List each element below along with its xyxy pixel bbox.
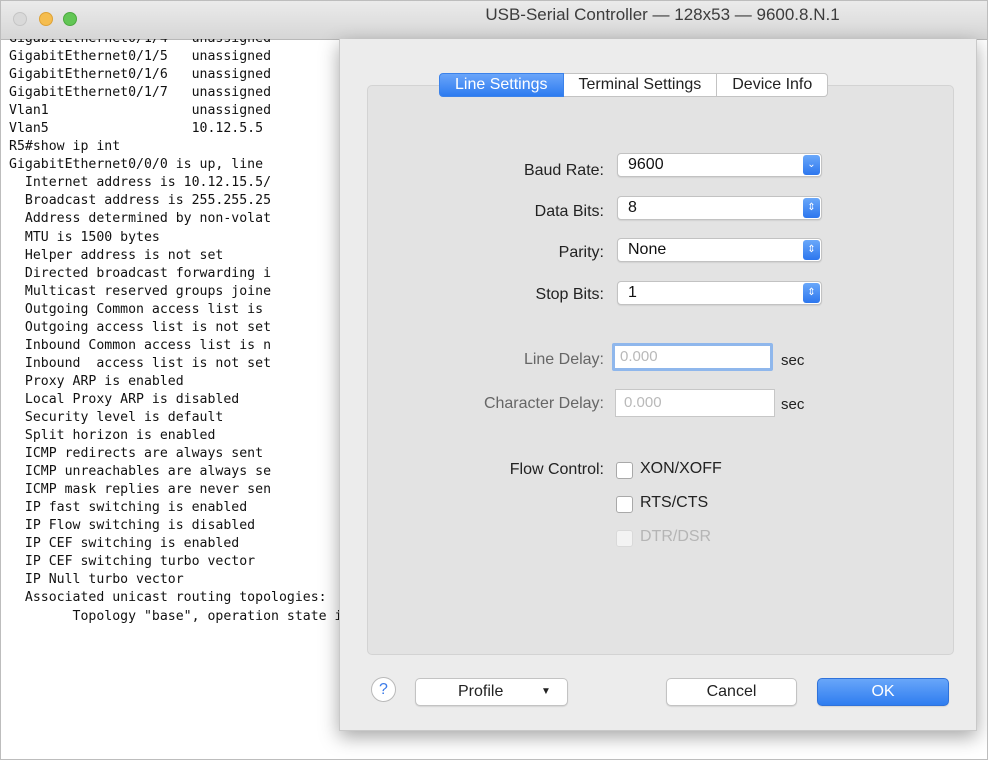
character-delay-label: Character Delay: <box>483 395 604 412</box>
stop-bits-label: Stop Bits: <box>535 286 604 303</box>
up-down-arrows-icon: ⇕ <box>803 283 820 303</box>
data-bits-select[interactable]: 8 ⇕ <box>617 196 822 220</box>
terminal-line: Inbound Common access list is n <box>9 337 272 353</box>
terminal-line: ICMP redirects are always sent <box>9 446 264 462</box>
cancel-button[interactable]: Cancel <box>666 678 797 706</box>
line-delay-label: Line Delay: <box>523 351 604 368</box>
terminal-line: Security level is default <box>9 409 224 425</box>
chevron-down-icon: ⌄ <box>803 155 820 175</box>
minimize-window-button[interactable] <box>39 12 53 26</box>
character-delay-input[interactable]: 0.000 <box>615 389 775 417</box>
window-title: USB-Serial Controller — 128x53 — 9600.8.… <box>485 5 840 24</box>
terminal-line: Broadcast address is 255.255.25 <box>9 193 272 209</box>
terminal-line: IP fast switching is enabled <box>9 500 248 516</box>
character-delay-placeholder: 0.000 <box>624 394 662 411</box>
terminal-line: Outgoing Common access list is <box>9 301 264 317</box>
terminal-line: Vlan5 10.12.5.5 <box>9 121 264 137</box>
terminal-line: Associated unicast routing topologies: <box>9 590 327 606</box>
terminal-line: MTU is 1500 bytes <box>9 229 160 245</box>
dtr-dsr-label: DTR/DSR <box>640 528 712 545</box>
baud-rate-label: Baud Rate: <box>523 162 604 179</box>
character-delay-unit: sec <box>781 396 805 413</box>
tab-terminal-settings[interactable]: Terminal Settings <box>563 73 718 97</box>
tab-device-info[interactable]: Device Info <box>717 73 829 97</box>
terminal-line: Helper address is not set <box>9 247 224 263</box>
terminal-line: ICMP unreachables are always se <box>9 464 272 480</box>
rts-cts-label[interactable]: RTS/CTS <box>640 494 708 512</box>
terminal-line: IP CEF switching turbo vector <box>9 554 256 570</box>
up-down-arrows-icon: ⇕ <box>803 198 820 218</box>
xon-xoff-label[interactable]: XON/XOFF <box>640 460 722 478</box>
line-delay-unit: sec <box>781 352 805 369</box>
terminal-window: USB-Serial Controller — 128x53 — 9600.8.… <box>0 0 988 760</box>
help-button[interactable]: ? <box>371 677 396 702</box>
terminal-line: Inbound access list is not set <box>9 355 272 371</box>
parity-select[interactable]: None ⇕ <box>617 238 822 262</box>
parity-value: None <box>628 241 667 258</box>
terminal-line: GigabitEthernet0/1/4 unassigned <box>9 39 339 48</box>
line-delay-input[interactable]: 0.000 <box>612 343 773 371</box>
up-down-arrows-icon: ⇕ <box>803 240 820 260</box>
profile-label: Profile <box>458 683 504 700</box>
terminal-line: ICMP mask replies are never sen <box>9 482 272 498</box>
terminal-line: GigabitEthernet0/1/7 unassigned <box>9 85 272 101</box>
terminal-line: GigabitEthernet0/1/5 unassigned <box>9 49 272 65</box>
terminal-line: GigabitEthernet0/1/6 unassigned <box>9 67 272 83</box>
serial-settings-sheet: Line Settings Terminal Settings Device I… <box>339 39 977 731</box>
terminal-line: Topology "base", operation state is UP <box>9 608 339 624</box>
data-bits-label: Data Bits: <box>534 203 604 220</box>
data-bits-value: 8 <box>628 199 637 216</box>
terminal-line: Split horizon is enabled <box>9 428 216 444</box>
dtr-dsr-checkbox <box>616 530 633 547</box>
terminal-line: GigabitEthernet0/0/0 is up, line <box>9 157 264 173</box>
terminal-output[interactable]: GigabitEthernet0/1/4 unassignedGigabitEt… <box>9 39 339 759</box>
tab-line-settings[interactable]: Line Settings <box>439 73 564 97</box>
terminal-line: Vlan1 unassigned <box>9 103 272 119</box>
terminal-line: Directed broadcast forwarding i <box>9 265 272 281</box>
terminal-line: Outgoing access list is not set <box>9 319 272 335</box>
zoom-window-button[interactable] <box>63 12 77 26</box>
terminal-line: Internet address is 10.12.15.5/ <box>9 175 272 191</box>
terminal-line: IP Flow switching is disabled <box>9 518 256 534</box>
settings-tabs: Line Settings Terminal Settings Device I… <box>439 73 829 97</box>
caret-down-icon: ▼ <box>541 686 551 697</box>
stop-bits-value: 1 <box>628 284 637 301</box>
terminal-line: Proxy ARP is enabled <box>9 373 184 389</box>
stop-bits-select[interactable]: 1 ⇕ <box>617 281 822 305</box>
baud-rate-select[interactable]: 9600 ⌄ <box>617 153 822 177</box>
ok-button[interactable]: OK <box>817 678 949 706</box>
close-window-button[interactable] <box>13 12 27 26</box>
terminal-line: Local Proxy ARP is disabled <box>9 391 240 407</box>
xon-xoff-checkbox[interactable] <box>616 462 633 479</box>
baud-rate-value: 9600 <box>628 156 664 173</box>
rts-cts-checkbox[interactable] <box>616 496 633 513</box>
flow-control-label: Flow Control: <box>509 461 604 478</box>
terminal-line: IP CEF switching is enabled <box>9 536 240 552</box>
line-delay-placeholder: 0.000 <box>620 348 658 365</box>
profile-button[interactable]: Profile ▼ <box>415 678 568 706</box>
terminal-line: R5#show ip int <box>9 139 121 155</box>
title-bar: USB-Serial Controller — 128x53 — 9600.8.… <box>1 1 987 40</box>
terminal-line: Multicast reserved groups joine <box>9 283 272 299</box>
terminal-line: IP Null turbo vector <box>9 572 184 588</box>
terminal-line: Address determined by non-volat <box>9 211 272 227</box>
parity-label: Parity: <box>558 244 604 261</box>
